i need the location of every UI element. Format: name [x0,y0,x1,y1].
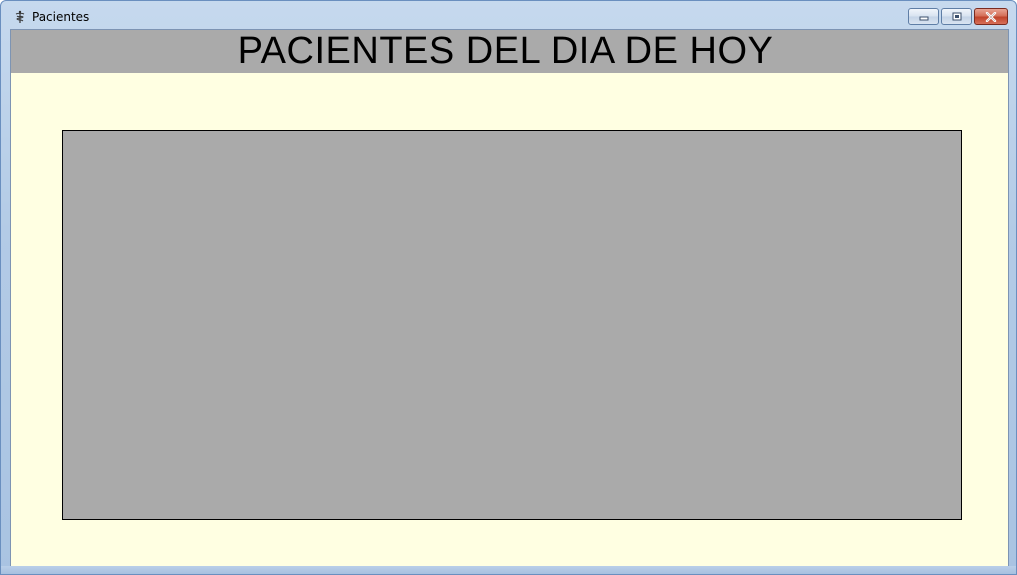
close-icon [985,11,997,22]
minimize-icon [919,16,928,20]
minimize-button[interactable] [908,8,939,25]
form-client-area: PACIENTES DEL DIA DE HOY [10,29,1009,568]
window-title: Pacientes [32,10,90,24]
maximize-icon [952,12,961,20]
title-bar[interactable]: Pacientes [1,1,1016,29]
close-button[interactable] [974,8,1008,25]
maximize-button[interactable] [941,8,972,25]
page-title: PACIENTES DEL DIA DE HOY [237,30,774,72]
patients-grid[interactable] [62,130,962,520]
window-bottom-border [1,566,1016,574]
app-window: Pacientes PACIENTES DEL DIA DE HOY [0,0,1017,575]
caduceus-icon [13,9,27,23]
